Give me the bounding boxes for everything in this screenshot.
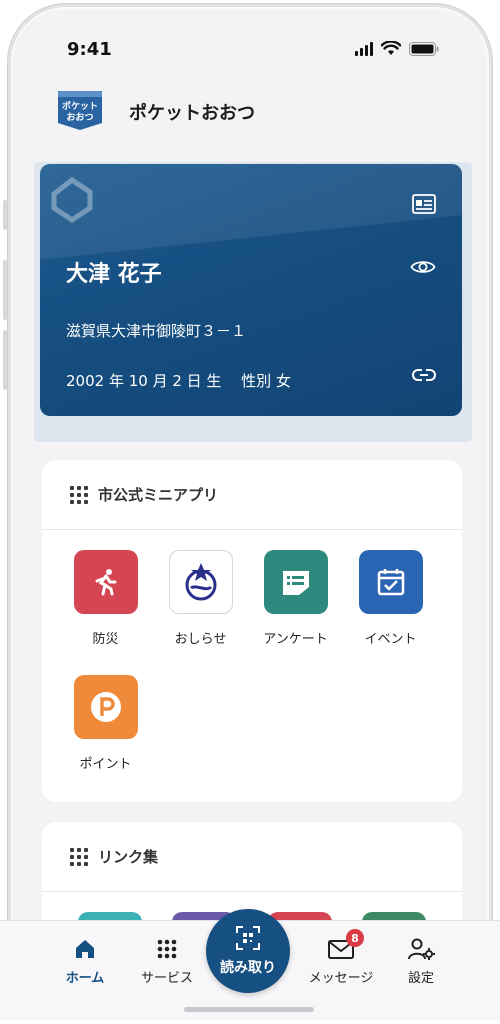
volume-up-button xyxy=(3,260,7,320)
message-badge: 8 xyxy=(346,929,364,947)
wifi-icon xyxy=(381,41,401,55)
links-header: リンク集 xyxy=(42,822,462,892)
status-time: 9:41 xyxy=(67,39,112,60)
app-item-oshirase[interactable]: おしらせ xyxy=(153,550,248,647)
scan-label: 読み取り xyxy=(220,960,276,976)
app-item-bousai[interactable]: 防災 xyxy=(58,550,153,647)
app-label: アンケート xyxy=(263,632,328,647)
card-address: 滋賀県大津市御陵町３－１ xyxy=(66,322,247,340)
link-icon[interactable] xyxy=(412,368,436,382)
city-emblem-icon xyxy=(168,550,233,614)
survey-icon xyxy=(263,550,328,614)
svg-text:ポケット: ポケット xyxy=(62,100,98,112)
scan-button[interactable]: 読み取り xyxy=(206,909,290,993)
app-item-event[interactable]: イベント xyxy=(343,550,438,647)
calendar-check-icon xyxy=(358,550,423,614)
app-label: ポイント xyxy=(79,757,132,772)
nav-home[interactable]: ホーム xyxy=(40,937,130,986)
running-person-icon xyxy=(73,550,138,614)
nav-home-label: ホーム xyxy=(65,971,105,986)
mini-apps-header: 市公式ミニアプリ xyxy=(42,460,462,530)
home-indicator xyxy=(184,1007,314,1012)
battery-icon xyxy=(409,42,439,56)
id-card-icon[interactable] xyxy=(412,194,436,214)
nav-services-label: サービス xyxy=(140,971,193,986)
app-label: 防災 xyxy=(92,632,119,647)
nav-settings[interactable]: 設定 xyxy=(376,937,466,986)
app-title: ポケットおおつ xyxy=(129,103,255,124)
eye-icon[interactable] xyxy=(410,258,436,276)
status-bar: 9:41 xyxy=(11,7,489,87)
mute-switch xyxy=(3,200,7,230)
nav-settings-label: 設定 xyxy=(407,971,434,986)
card-shine xyxy=(40,164,462,263)
qr-scan-icon xyxy=(236,926,260,950)
volume-down-button xyxy=(3,330,7,390)
grid-dots-icon xyxy=(157,939,177,959)
home-icon xyxy=(76,940,94,958)
bottom-nav: ホーム サービス 読み取り 8 メッセージ 設定 xyxy=(0,909,500,1020)
nav-messages-label: メッセージ xyxy=(308,971,374,986)
signal-icon xyxy=(355,42,373,56)
app-logo: ポケット おおつ xyxy=(55,89,105,131)
card-holder-name: 大津 花子 xyxy=(66,262,162,287)
nav-services[interactable]: サービス xyxy=(122,937,212,986)
point-p-icon xyxy=(73,675,138,739)
app-item-point[interactable]: ポイント xyxy=(58,675,153,772)
card-watermark-icon xyxy=(51,176,93,224)
mini-apps-title: 市公式ミニアプリ xyxy=(98,486,219,504)
my-number-card[interactable]: 大津 花子 滋賀県大津市御陵町３－１ 2002 年 10 月 2 日 生 性別 … xyxy=(40,164,462,416)
user-settings-icon xyxy=(408,938,435,960)
grid-dots-icon xyxy=(70,485,88,504)
svg-text:おおつ: おおつ xyxy=(66,112,93,123)
app-header: ポケット おおつ ポケットおおつ xyxy=(11,87,489,137)
nav-messages[interactable]: 8 メッセージ xyxy=(296,929,386,986)
app-item-survey[interactable]: アンケート xyxy=(248,550,343,647)
app-label: イベント xyxy=(364,632,417,647)
app-label: おしらせ xyxy=(174,632,227,647)
mini-apps-grid: 防災 おしらせ アンケート イベント ポイント xyxy=(58,550,458,772)
links-title: リンク集 xyxy=(98,848,159,866)
status-icons xyxy=(355,41,439,56)
mini-apps-section: 市公式ミニアプリ 防災 おしらせ アンケート イベント ポイント xyxy=(42,460,462,802)
card-birth-gender: 2002 年 10 月 2 日 生 性別 女 xyxy=(66,372,291,390)
grid-dots-icon xyxy=(70,847,88,866)
